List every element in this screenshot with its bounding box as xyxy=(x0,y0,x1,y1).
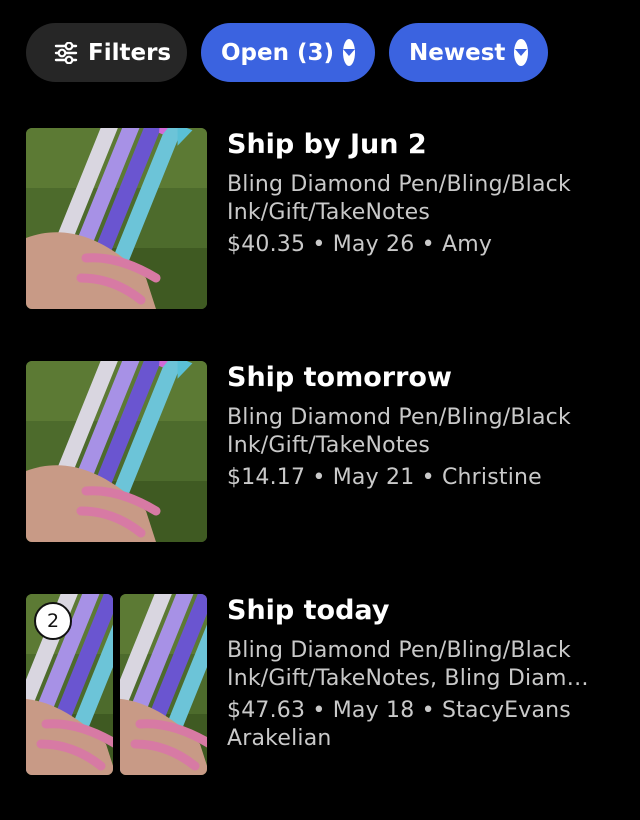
open-status-dropdown[interactable]: Open (3) xyxy=(201,23,375,82)
ship-status: Ship by Jun 2 xyxy=(227,129,427,160)
item-count-badge: 2 xyxy=(34,602,72,640)
product-title: Bling Diamond Pen/Bling/Black Ink/Gift/T… xyxy=(227,172,571,225)
order-meta: $14.17 • May 21 • Christine xyxy=(227,465,542,490)
order-thumbnail xyxy=(26,128,207,309)
product-image xyxy=(120,594,207,775)
sliders-icon xyxy=(54,41,78,64)
sort-label: Newest xyxy=(409,39,506,66)
sort-dropdown[interactable]: Newest xyxy=(389,23,548,82)
order-meta: $40.35 • May 26 • Amy xyxy=(227,232,493,257)
product-image xyxy=(26,128,207,309)
ship-status: Ship tomorrow xyxy=(227,362,452,393)
order-meta: $47.63 • May 18 • StacyEvans Arakelian xyxy=(227,698,571,751)
filter-bar: Filters Open (3) Newest xyxy=(26,23,548,82)
order-item[interactable]: 2 Ship today Bling Diamond Pen/Bling/Bla… xyxy=(26,594,616,775)
product-image xyxy=(26,361,207,542)
order-thumbnail xyxy=(26,361,207,542)
caret-down-icon xyxy=(343,39,356,66)
order-item[interactable]: Ship by Jun 2 Bling Diamond Pen/Bling/Bl… xyxy=(26,128,616,309)
order-item[interactable]: Ship tomorrow Bling Diamond Pen/Bling/Bl… xyxy=(26,361,616,542)
order-info: Ship today Bling Diamond Pen/Bling/Black… xyxy=(227,594,612,753)
open-status-label: Open (3) xyxy=(221,39,335,66)
order-info: Ship by Jun 2 Bling Diamond Pen/Bling/Bl… xyxy=(227,128,612,259)
ship-status: Ship today xyxy=(227,595,390,626)
filters-button[interactable]: Filters xyxy=(26,23,187,82)
caret-down-icon xyxy=(514,39,528,66)
filters-label: Filters xyxy=(88,39,172,66)
product-title: Bling Diamond Pen/Bling/Black Ink/Gift/T… xyxy=(227,405,571,458)
order-thumbnail: 2 xyxy=(26,594,207,775)
order-info: Ship tomorrow Bling Diamond Pen/Bling/Bl… xyxy=(227,361,612,492)
product-title: Bling Diamond Pen/Bling/Black Ink/Gift/T… xyxy=(227,638,589,691)
